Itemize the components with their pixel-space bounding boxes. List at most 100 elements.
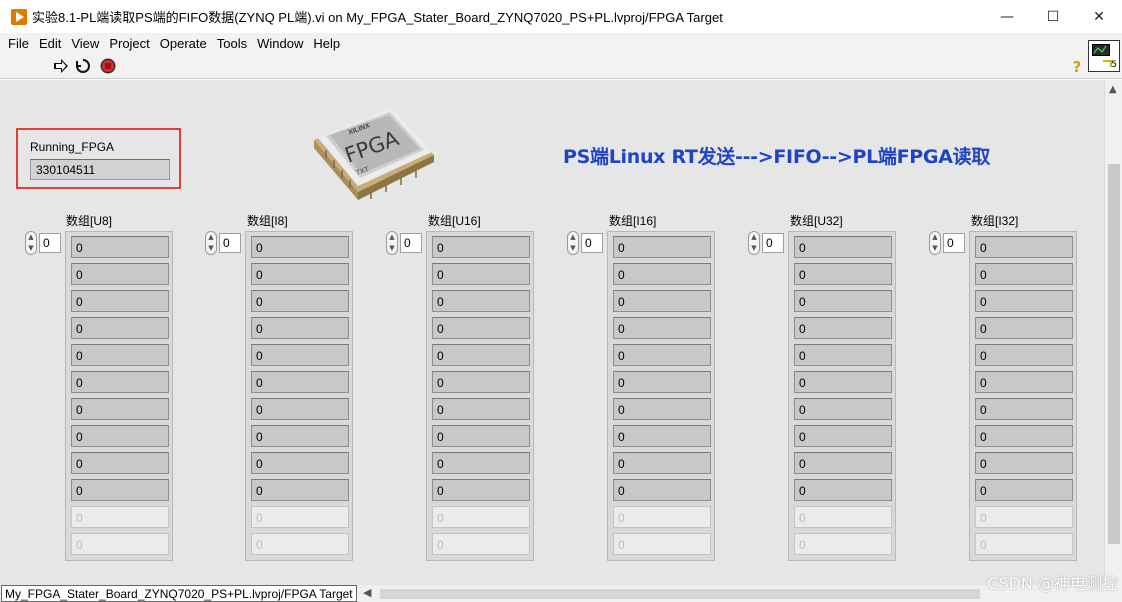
- vertical-scrollbar[interactable]: ▲: [1104, 80, 1122, 585]
- array-element: 0: [613, 398, 711, 420]
- array-element-empty: 0: [71, 506, 169, 528]
- maximize-button[interactable]: ☐: [1030, 0, 1076, 33]
- array-element: 0: [251, 317, 349, 339]
- array-frame: 0 0 0 0 0 0 0 0 0 0 0 0: [788, 231, 896, 561]
- array-element: 0: [975, 425, 1073, 447]
- array-element-empty: 0: [794, 533, 892, 555]
- menu-project[interactable]: Project: [104, 36, 154, 51]
- index-display[interactable]: 0: [400, 233, 422, 253]
- array-element: 0: [432, 479, 530, 501]
- array-element: 0: [251, 452, 349, 474]
- array-frame: 0 0 0 0 0 0 0 0 0 0 0 0: [426, 231, 534, 561]
- array-element: 0: [71, 290, 169, 312]
- front-panel: Running_FPGA 330104511 XILINX FPGA TXT P…: [0, 80, 1104, 585]
- array-element: 0: [975, 398, 1073, 420]
- index-display[interactable]: 0: [219, 233, 241, 253]
- array-element: 0: [975, 452, 1073, 474]
- array-element: 0: [794, 236, 892, 258]
- context-help-icon[interactable]: ?: [1069, 58, 1085, 76]
- array-element: 0: [251, 371, 349, 393]
- labview-vi-icon: [11, 8, 27, 25]
- array-element: 0: [613, 263, 711, 285]
- array-element-empty: 0: [975, 533, 1073, 555]
- array-element: 0: [794, 425, 892, 447]
- run-continuously-icon[interactable]: [75, 58, 91, 74]
- project-target-path[interactable]: My_FPGA_Stater_Board_ZYNQ7020_PS+PL.lvpr…: [1, 585, 357, 602]
- title-bar: 实验8.1-PL端读取PS端的FIFO数据(ZYNQ PL端).vi on My…: [0, 0, 1122, 33]
- array-element: 0: [613, 317, 711, 339]
- array-frame: 0 0 0 0 0 0 0 0 0 0 0 0: [65, 231, 173, 561]
- array-element: 0: [432, 344, 530, 366]
- array-element: 0: [794, 398, 892, 420]
- array-element-empty: 0: [794, 506, 892, 528]
- array-label: 数组[U32]: [790, 214, 843, 228]
- array-u8: 数组[U8] ▲ ▼ 0 0 0 0 0 0 0 0 0 0 0 0 0: [25, 212, 175, 564]
- array-i8: 数组[I8] ▲ ▼ 0 0 0 0 0 0 0 0 0 0 0 0 0: [205, 212, 355, 564]
- array-element: 0: [975, 236, 1073, 258]
- array-element: 0: [71, 236, 169, 258]
- index-spinner[interactable]: ▲ ▼: [25, 231, 37, 255]
- running-fpga-indicator: 330104511: [30, 159, 170, 180]
- array-element: 0: [613, 290, 711, 312]
- array-element: 0: [975, 263, 1073, 285]
- index-spinner[interactable]: ▲ ▼: [567, 231, 579, 255]
- array-i32: 数组[I32] ▲ ▼ 0 0 0 0 0 0 0 0 0 0 0 0 0: [929, 212, 1079, 564]
- index-spinner[interactable]: ▲ ▼: [748, 231, 760, 255]
- array-element: 0: [251, 398, 349, 420]
- array-element: 0: [794, 317, 892, 339]
- array-element-empty: 0: [975, 506, 1073, 528]
- index-display[interactable]: 0: [943, 233, 965, 253]
- index-display[interactable]: 0: [762, 233, 784, 253]
- array-element: 0: [975, 317, 1073, 339]
- minimize-button[interactable]: —: [984, 0, 1030, 33]
- menu-view[interactable]: View: [66, 36, 104, 51]
- array-element: 0: [794, 371, 892, 393]
- array-u32: 数组[U32] ▲ ▼ 0 0 0 0 0 0 0 0 0 0 0 0 0: [748, 212, 898, 564]
- array-element-empty: 0: [251, 533, 349, 555]
- array-frame: 0 0 0 0 0 0 0 0 0 0 0 0: [969, 231, 1077, 561]
- index-display[interactable]: 0: [581, 233, 603, 253]
- abort-stop-icon[interactable]: [100, 58, 116, 74]
- array-element: 0: [71, 479, 169, 501]
- scroll-left-icon[interactable]: ◀: [363, 586, 371, 599]
- array-element: 0: [251, 263, 349, 285]
- index-spinner[interactable]: ▲ ▼: [929, 231, 941, 255]
- index-spinner[interactable]: ▲ ▼: [205, 231, 217, 255]
- array-element: 0: [251, 425, 349, 447]
- menu-help[interactable]: Help: [308, 36, 345, 51]
- vi-connector-icon[interactable]: 5: [1088, 40, 1120, 72]
- close-button[interactable]: ✕: [1076, 0, 1122, 33]
- scroll-thumb[interactable]: [1108, 164, 1120, 544]
- array-element-empty: 0: [432, 506, 530, 528]
- menu-window[interactable]: Window: [252, 36, 308, 51]
- array-element: 0: [794, 452, 892, 474]
- array-element: 0: [251, 290, 349, 312]
- array-element: 0: [432, 371, 530, 393]
- array-element: 0: [613, 344, 711, 366]
- menu-operate[interactable]: Operate: [155, 36, 212, 51]
- array-element: 0: [613, 371, 711, 393]
- horizontal-scroll-thumb[interactable]: [380, 589, 980, 599]
- array-element: 0: [71, 317, 169, 339]
- array-frame: 0 0 0 0 0 0 0 0 0 0 0 0: [607, 231, 715, 561]
- window-controls: — ☐ ✕: [984, 0, 1122, 33]
- running-fpga-label: Running_FPGA: [30, 140, 115, 154]
- array-u16: 数组[U16] ▲ ▼ 0 0 0 0 0 0 0 0 0 0 0 0 0: [386, 212, 536, 564]
- menu-tools[interactable]: Tools: [212, 36, 252, 51]
- menu-file[interactable]: File: [3, 36, 34, 51]
- array-label: 数组[U16]: [428, 214, 481, 228]
- index-display[interactable]: 0: [39, 233, 61, 253]
- array-element: 0: [432, 236, 530, 258]
- run-arrow-icon[interactable]: [53, 58, 69, 74]
- array-element: 0: [975, 479, 1073, 501]
- menu-edit[interactable]: Edit: [34, 36, 66, 51]
- flow-description-text: PS端Linux RT发送--->FIFO-->PL端FPGA读取: [563, 146, 991, 168]
- toolbar: [0, 53, 1122, 79]
- array-label: 数组[I32]: [971, 214, 1019, 228]
- window-title: 实验8.1-PL端读取PS端的FIFO数据(ZYNQ PL端).vi on My…: [32, 10, 723, 25]
- index-spinner[interactable]: ▲ ▼: [386, 231, 398, 255]
- array-element: 0: [71, 344, 169, 366]
- array-element: 0: [613, 479, 711, 501]
- scroll-up-icon[interactable]: ▲: [1109, 84, 1117, 95]
- array-element-empty: 0: [71, 533, 169, 555]
